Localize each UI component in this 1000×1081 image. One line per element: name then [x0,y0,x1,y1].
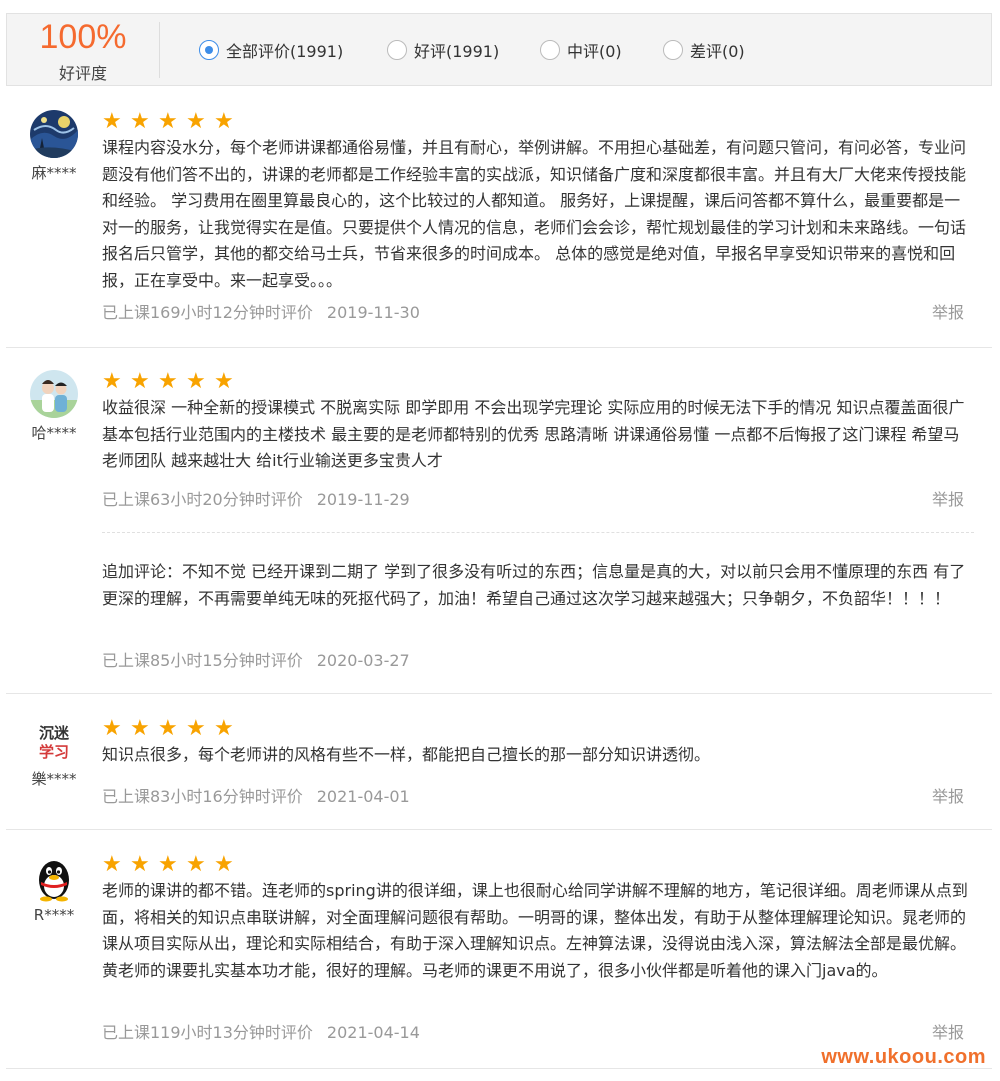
starry-night-avatar[interactable] [30,110,78,158]
followup-divider [102,532,974,533]
review-text: 课程内容没水分，每个老师讲课都通俗易懂，并且有耐心，举例讲解。不用担心基础差，有… [102,138,967,290]
filter-neutral-label: 中评(0) [567,42,622,61]
filter-positive-label: 好评(1991) [414,42,500,61]
study-time: 已上课85小时15分钟时评价 [102,651,303,670]
filter-all-label: 全部评价(1991) [226,42,344,61]
username: R**** [33,906,75,924]
site-watermark: www.ukoou.com [821,1046,986,1068]
avatar-text-line2: 学习 [38,743,69,761]
report-button[interactable]: 举报 [932,299,964,323]
review-content: ★ ★ ★ ★ ★ 课程内容没水分，每个老师讲课都通俗易懂，并且有耐心，举例讲解… [102,111,974,294]
review-author: 哈**** [28,370,80,443]
filter-positive[interactable]: 好评(1991) [387,38,499,62]
rating-summary-bar: 100% 好评度 全部评价(1991) 好评(1991) 中评(0) 差评(0) [6,13,992,86]
filter-neutral[interactable]: 中评(0) [540,38,622,62]
review-text: 收益很深 一种全新的授课模式 不脱离实际 即学即用 不会出现学完理论 实际应用的… [102,398,965,470]
report-button[interactable]: 举报 [932,486,964,510]
star-icon: ★ [102,109,122,134]
review-text: 老师的课讲的都不错。连老师的spring讲的很详细，课上也很耐心给同学讲解不理解… [102,881,968,980]
filter-all[interactable]: 全部评价(1991) [199,38,343,62]
review-item: 麻**** ★ ★ ★ ★ ★ 课程内容没水分，每个老师讲课都通俗易懂，并且有耐… [6,100,992,347]
review-text: 知识点很多，每个老师讲的风格有些不一样，都能把自己擅长的那一部分知识讲透彻。 [102,745,711,764]
star-icon: ★ [214,109,234,134]
study-time: 已上课63小时20分钟时评价 [102,490,303,509]
radio-icon[interactable] [540,40,560,60]
filter-negative[interactable]: 差评(0) [663,38,745,62]
star-rating: ★ ★ ★ ★ ★ [102,371,974,393]
filter-negative-label: 差评(0) [690,42,745,61]
review-meta: 已上课169小时12分钟时评价 2019-11-30 [102,299,420,323]
star-icon: ★ [130,109,150,134]
followup-text: 追加评论：不知不觉 已经开课到二期了 学到了很多没有听过的东西；信息量是真的大，… [102,562,966,608]
couple-photo-avatar[interactable] [30,370,78,418]
star-icon: ★ [158,852,178,877]
avatar-text-line1: 沉迷 [38,724,69,742]
qq-penguin-avatar[interactable] [30,854,78,902]
star-icon: ★ [186,716,206,741]
star-rating: ★ ★ ★ ★ ★ [102,718,974,740]
star-icon: ★ [158,369,178,394]
star-icon: ★ [130,852,150,877]
star-icon: ★ [214,852,234,877]
review-meta: 已上课83小时16分钟时评价 2021-04-01 [102,783,410,807]
study-time: 已上课169小时12分钟时评价 [102,303,313,322]
review-author: R**** [28,854,80,924]
review-content: ★ ★ ★ ★ ★ 老师的课讲的都不错。连老师的spring讲的很详细，课上也很… [102,854,974,984]
review-item: 沉迷 学习 樂**** ★ ★ ★ ★ ★ 知识点很多，每个老师讲的风格有些不一… [6,694,992,829]
calligraphy-avatar[interactable]: 沉迷 学习 [30,720,78,768]
star-icon: ★ [214,716,234,741]
positive-rate-label: 好评度 [58,64,107,83]
review-item: 哈**** ★ ★ ★ ★ ★ 收益很深 一种全新的授课模式 不脱离实际 即学即… [6,348,992,693]
radio-selected-icon[interactable] [199,40,219,60]
review-author: 沉迷 学习 樂**** [28,720,80,789]
review-date: 2021-04-14 [326,1023,420,1042]
study-time: 已上课83小时16分钟时评价 [102,787,303,806]
radio-icon[interactable] [387,40,407,60]
star-icon: ★ [186,852,206,877]
username: 麻**** [31,164,77,182]
star-rating: ★ ★ ★ ★ ★ [102,111,974,133]
review-content: ★ ★ ★ ★ ★ 收益很深 一种全新的授课模式 不脱离实际 即学即用 不会出现… [102,371,974,475]
summary-divider [159,22,160,78]
star-icon: ★ [130,716,150,741]
star-icon: ★ [186,109,206,134]
review-date: 2019-11-30 [326,303,420,322]
star-icon: ★ [158,109,178,134]
star-icon: ★ [102,369,122,394]
star-icon: ★ [130,369,150,394]
star-rating: ★ ★ ★ ★ ★ [102,854,974,876]
followup-date: 2020-03-27 [316,651,410,670]
username: 樂**** [31,770,77,788]
review-meta: 已上课63小时20分钟时评价 2019-11-29 [102,486,410,510]
review-date: 2021-04-01 [316,787,410,806]
report-button[interactable]: 举报 [932,783,964,807]
report-button[interactable]: 举报 [932,1019,964,1043]
review-item: R**** ★ ★ ★ ★ ★ 老师的课讲的都不错。连老师的spring讲的很详… [6,830,992,1070]
review-content: ★ ★ ★ ★ ★ 知识点很多，每个老师讲的风格有些不一样，都能把自己擅长的那一… [102,718,974,769]
star-icon: ★ [186,369,206,394]
followup-content: 追加评论：不知不觉 已经开课到二期了 学到了很多没有听过的东西；信息量是真的大，… [102,559,974,612]
followup-meta: 已上课85小时15分钟时评价 2020-03-27 [102,647,410,671]
radio-icon[interactable] [663,40,683,60]
positive-rate-value: 100% [39,18,127,56]
review-meta: 已上课119小时13分钟时评价 2021-04-14 [102,1019,420,1043]
username: 哈**** [31,424,77,442]
review-author: 麻**** [28,110,80,183]
star-icon: ★ [102,852,122,877]
star-icon: ★ [102,716,122,741]
review-date: 2019-11-29 [316,490,410,509]
positive-rate-box: 100% 好评度 [7,14,159,85]
study-time: 已上课119小时13分钟时评价 [102,1023,313,1042]
star-icon: ★ [214,369,234,394]
star-icon: ★ [158,716,178,741]
